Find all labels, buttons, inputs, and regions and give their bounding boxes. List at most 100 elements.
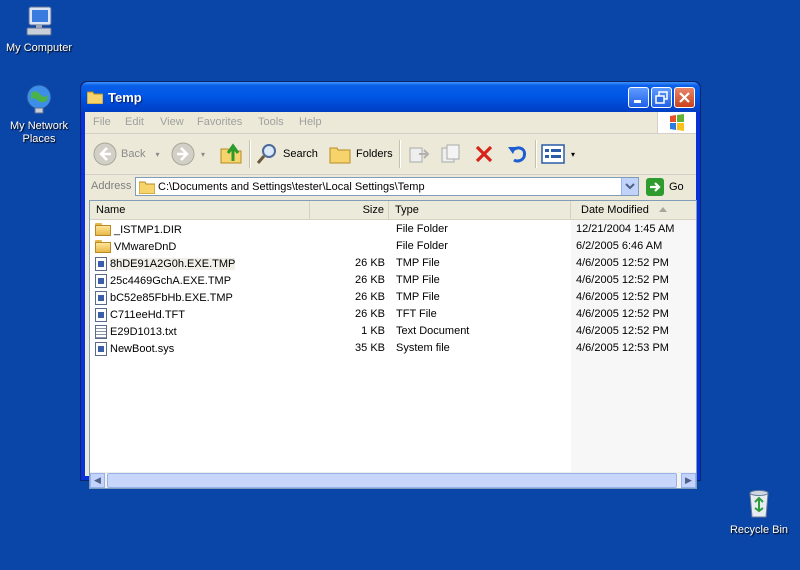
explorer-window: Temp File Edit View Favorites Tools Help (80, 81, 701, 489)
desktop-icon-my-computer[interactable]: My Computer (0, 4, 84, 55)
file-date-modified: 12/21/2004 1:45 AM (576, 223, 675, 235)
desktop-icon-label-line2: Places (22, 133, 56, 145)
file-row[interactable]: VMwareDnD File Folder 6/2/2005 6:46 AM (90, 238, 696, 255)
title-bar[interactable]: Temp (81, 82, 700, 112)
scroll-thumb[interactable] (107, 473, 677, 488)
chevron-down-icon[interactable]: ▾ (571, 150, 575, 159)
file-name: NewBoot.sys (110, 342, 175, 355)
file-row[interactable]: 25c4469GchA.EXE.TMP 26 KB TMP File 4/6/2005… (90, 272, 696, 289)
file-date-modified: 4/6/2005 12:53 PM (576, 342, 669, 354)
views-button[interactable]: ▾ (541, 140, 575, 168)
file-name-cell[interactable]: C711eeHd.TFT (95, 306, 185, 323)
column-header-size[interactable]: Size (310, 201, 389, 219)
file-row[interactable]: bC52e85FbHb.EXE.TMP 26 KB TMP File 4/6/2005… (90, 289, 696, 306)
file-size: 26 KB (355, 274, 385, 286)
forward-arrow-icon (171, 142, 195, 166)
search-icon (256, 144, 276, 164)
back-label: Back (121, 148, 146, 160)
menu-help[interactable]: Help (299, 116, 322, 128)
file-size: 26 KB (355, 257, 385, 269)
chevron-down-icon[interactable]: ▾ (155, 150, 159, 159)
back-button[interactable]: Back ▾ (93, 140, 159, 168)
file-date-modified: 4/6/2005 12:52 PM (576, 291, 669, 303)
file-row[interactable]: _ISTMP1.DIR File Folder 12/21/2004 1:45 AM (90, 221, 696, 238)
file-row[interactable]: C711eeHd.TFT 26 KB TFT File 4/6/2005 12:52 … (90, 306, 696, 323)
menu-edit[interactable]: Edit (125, 116, 144, 128)
file-date-modified: 4/6/2005 12:52 PM (576, 308, 669, 320)
address-dropdown-button[interactable] (621, 178, 638, 195)
go-label: Go (669, 181, 684, 193)
recycle-bin-icon (742, 486, 776, 520)
file-name: 25c4469GchA.EXE.TMP (110, 274, 232, 287)
move-to-button[interactable] (407, 140, 431, 168)
file-name-cell[interactable]: 25c4469GchA.EXE.TMP (95, 272, 231, 289)
file-type: TMP File (396, 274, 440, 286)
file-type: TMP File (396, 291, 440, 303)
address-input[interactable]: C:\Documents and Settings\tester\Local S… (135, 177, 639, 196)
column-header-date-modified[interactable]: Date Modified (571, 201, 696, 219)
file-type: Text Document (396, 325, 470, 337)
file-date-modified: 6/2/2005 6:46 AM (576, 240, 663, 252)
file-name-cell[interactable]: 8hDE91A2G0h.EXE.TMP (95, 255, 236, 272)
desktop-icon-label: Recycle Bin (729, 524, 789, 536)
file-name: _ISTMP1.DIR (114, 223, 182, 236)
file-list[interactable]: Name Size Type Date Modified _ISTMP1.DIR… (89, 200, 697, 489)
forward-button[interactable]: ▾ (171, 140, 205, 168)
file-name-cell[interactable]: NewBoot.sys (95, 340, 174, 357)
file-size: 26 KB (355, 308, 385, 320)
file-name: bC52e85FbHb.EXE.TMP (110, 291, 233, 304)
folder-icon (86, 90, 104, 107)
file-name-cell[interactable]: E29D1013.txt (95, 323, 177, 340)
file-date-modified: 4/6/2005 12:52 PM (576, 274, 669, 286)
folder-icon (95, 240, 111, 253)
column-type-label: Type (395, 204, 419, 216)
file-row[interactable]: 8hDE91A2G0h.EXE.TMP 26 KB TMP File 4/6/2005… (90, 255, 696, 272)
file-type: TFT File (396, 308, 437, 320)
file-name: E29D1013.txt (110, 325, 177, 338)
maximize-button[interactable] (651, 87, 672, 108)
close-button[interactable] (674, 87, 695, 108)
desktop-icon-my-network-places[interactable]: My Network Places (0, 82, 84, 146)
go-button[interactable]: Go (646, 178, 684, 196)
menu-view[interactable]: View (160, 116, 184, 128)
file-row[interactable]: E29D1013.txt 1 KB Text Document 4/6/2005 12… (90, 323, 696, 340)
scroll-right-button[interactable]: ▶ (681, 473, 696, 488)
file-size: 35 KB (355, 342, 385, 354)
folder-icon (95, 223, 111, 236)
up-folder-button[interactable] (219, 140, 245, 168)
menu-favorites[interactable]: Favorites (197, 116, 242, 128)
column-date-label: Date Modified (581, 204, 649, 216)
scroll-left-button[interactable]: ◀ (90, 473, 105, 488)
address-label: Address (91, 180, 132, 192)
network-places-icon (22, 82, 56, 116)
copy-to-icon (441, 144, 460, 163)
undo-button[interactable] (505, 140, 529, 168)
minimize-button[interactable] (628, 87, 649, 108)
computer-icon (22, 4, 56, 38)
copy-to-button[interactable] (439, 140, 463, 168)
delete-button[interactable] (473, 140, 495, 168)
column-header-name[interactable]: Name (90, 201, 310, 219)
file-name-cell[interactable]: VMwareDnD (95, 238, 176, 255)
move-to-icon (409, 147, 430, 163)
desktop-icon-label: My Computer (5, 42, 73, 54)
menu-file[interactable]: File (93, 116, 111, 128)
window-title: Temp (108, 90, 142, 105)
folders-button[interactable]: Folders (328, 140, 393, 168)
desktop-icon-recycle-bin[interactable]: Recycle Bin (714, 486, 800, 537)
windows-logo-icon (657, 112, 696, 133)
chevron-down-icon[interactable]: ▾ (201, 150, 205, 159)
column-header-type[interactable]: Type (389, 201, 571, 219)
undo-icon (508, 146, 527, 163)
file-icon (95, 307, 107, 322)
search-button[interactable]: Search (255, 140, 318, 168)
file-name-cell[interactable]: _ISTMP1.DIR (95, 221, 182, 238)
desktop-icon-label: My Network (9, 120, 69, 132)
horizontal-scrollbar[interactable]: ◀ ▶ (90, 472, 696, 488)
menu-tools[interactable]: Tools (258, 116, 284, 128)
file-type: TMP File (396, 257, 440, 269)
file-row[interactable]: NewBoot.sys 35 KB System file 4/6/2005 12:5… (90, 340, 696, 357)
file-icon (95, 290, 107, 305)
file-name-cell[interactable]: bC52e85FbHb.EXE.TMP (95, 289, 233, 306)
folders-label: Folders (356, 148, 393, 160)
